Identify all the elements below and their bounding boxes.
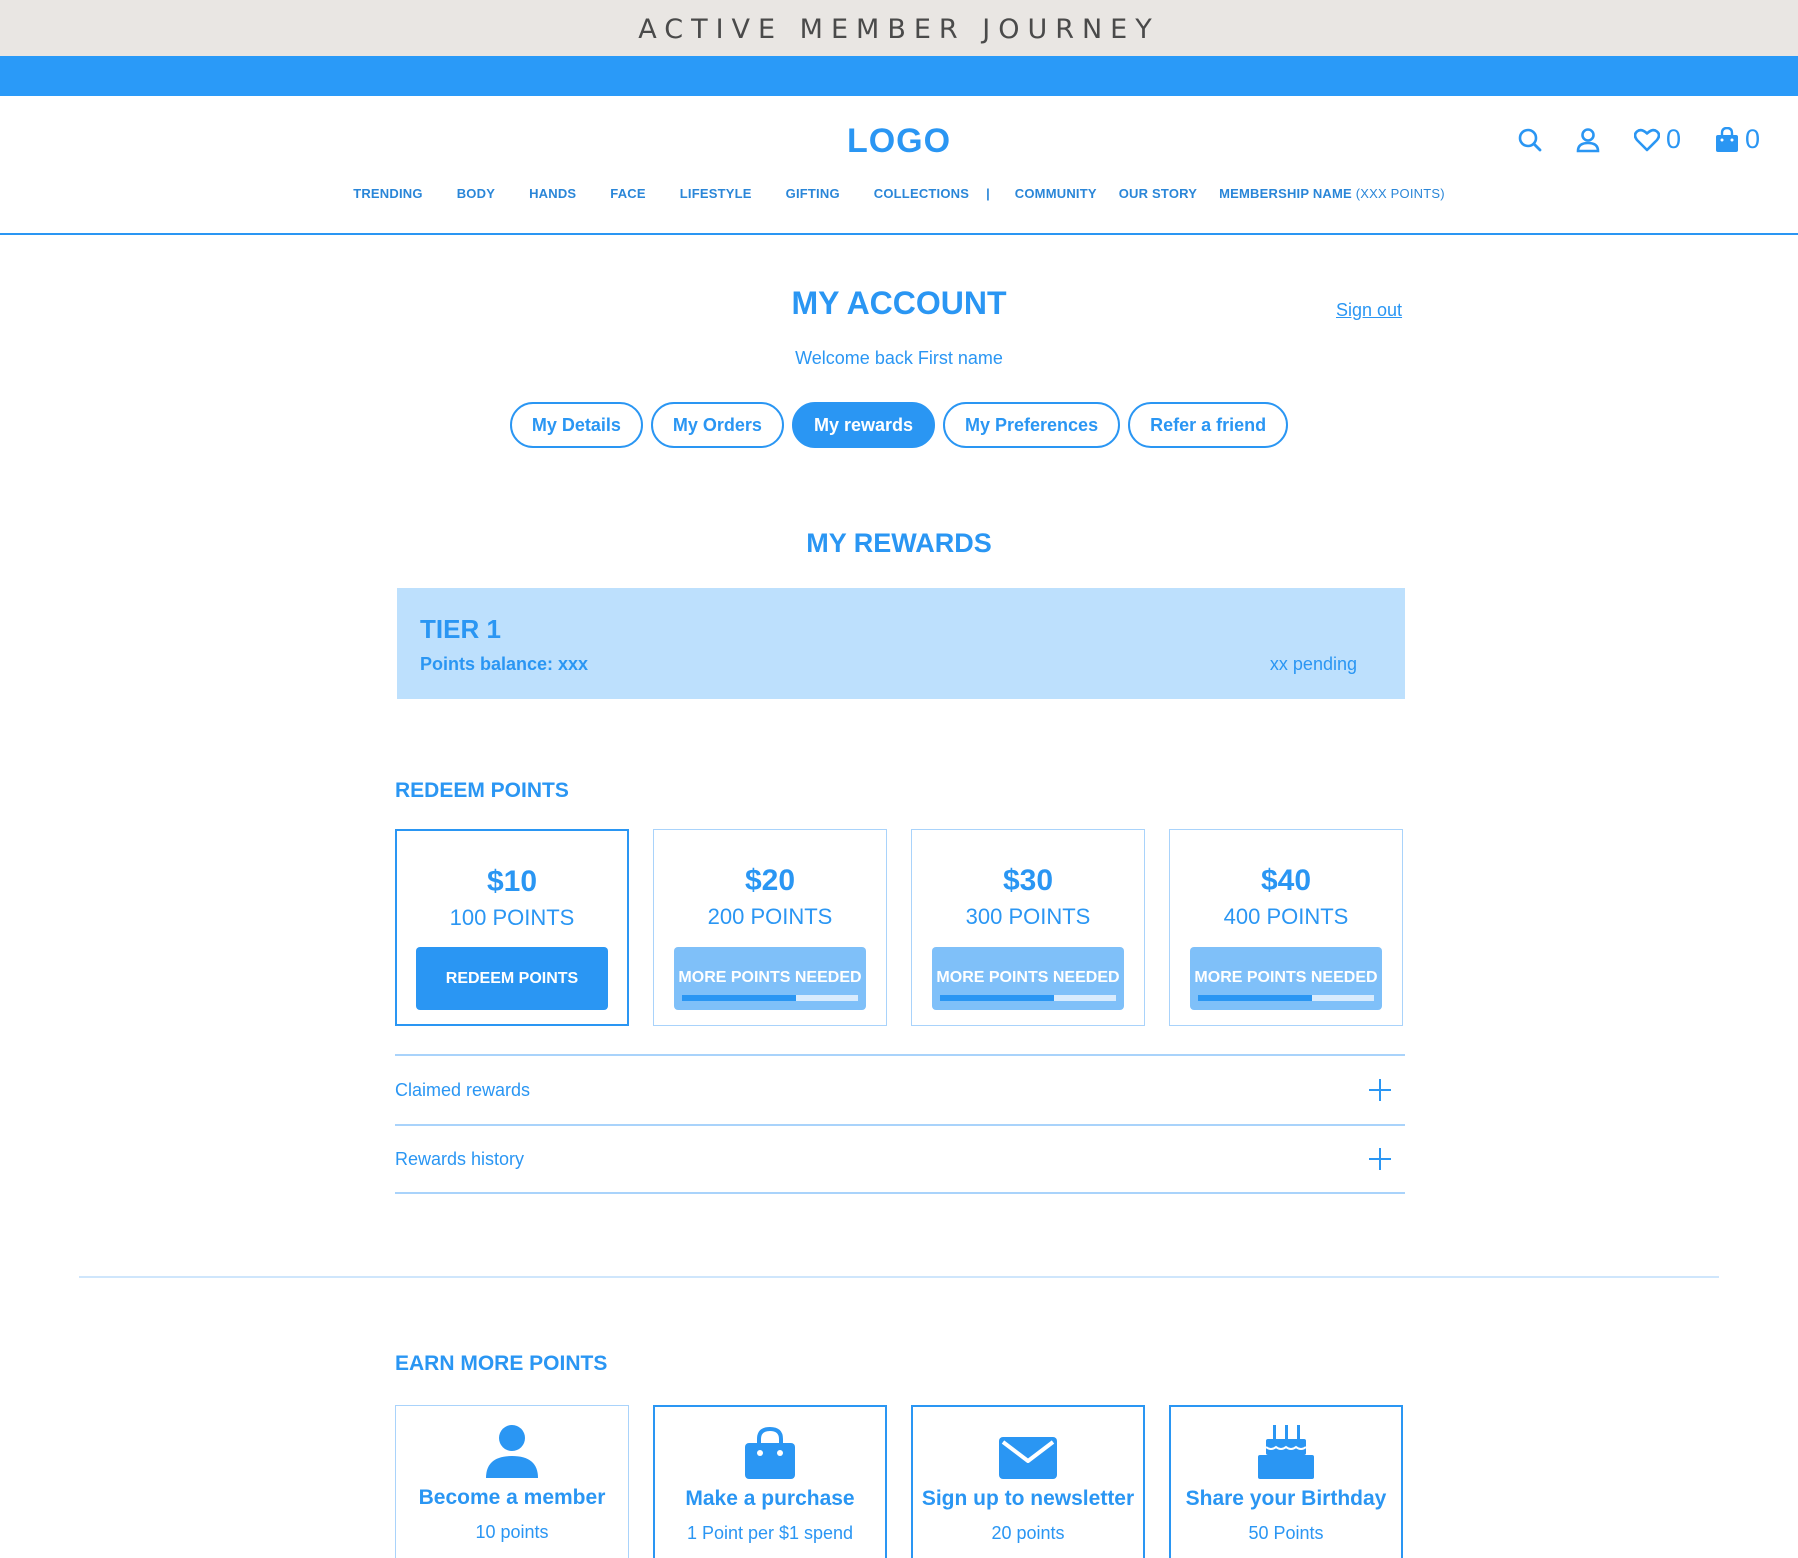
reward-points: 300 POINTS xyxy=(965,904,1091,929)
search-button[interactable] xyxy=(1518,127,1542,153)
earn-card-title: Share your Birthday xyxy=(1185,1487,1387,1510)
more-points-needed-button[interactable]: MORE POINTS NEEDED xyxy=(1190,947,1382,1010)
points-progress-fill xyxy=(1198,995,1313,1001)
more-points-needed-label: MORE POINTS NEEDED xyxy=(936,969,1120,986)
sign-out-link[interactable]: Sign out xyxy=(1336,300,1402,321)
membership-points: (XXX POINTS) xyxy=(1355,186,1445,201)
earn-card-title: Sign up to newsletter xyxy=(921,1487,1135,1510)
points-progress-bar xyxy=(682,995,858,1001)
journey-title: ACTIVE MEMBER JOURNEY xyxy=(638,14,1160,45)
plus-icon[interactable] xyxy=(1369,1148,1391,1170)
nav-item-collections[interactable]: COLLECTIONS xyxy=(874,186,969,201)
account-button[interactable] xyxy=(1576,127,1600,153)
reward-value: $30 xyxy=(1002,864,1054,897)
tier-name: TIER 1 xyxy=(420,614,501,644)
redeem-card[interactable]: $40 400 POINTS MORE POINTS NEEDED xyxy=(1169,829,1403,1026)
reward-points: 100 POINTS xyxy=(449,905,575,930)
earn-card-make-purchase[interactable]: Make a purchase 1 Point per $1 spend xyxy=(653,1405,887,1558)
user-icon xyxy=(1576,127,1600,152)
welcome-message: Welcome back First name xyxy=(795,348,1003,368)
more-points-needed-label: MORE POINTS NEEDED xyxy=(1194,969,1378,986)
tab-my-preferences[interactable]: My Preferences xyxy=(943,402,1121,448)
main-nav: TRENDING BODY HANDS FACE LIFESTYLE GIFTI… xyxy=(0,186,1798,201)
redeem-card[interactable]: $20 200 POINTS MORE POINTS NEEDED xyxy=(653,829,887,1026)
envelope-icon xyxy=(913,1407,1143,1479)
person-icon xyxy=(396,1406,628,1478)
nav-item-trending[interactable]: TRENDING xyxy=(353,186,423,201)
nav-item-body[interactable]: BODY xyxy=(457,186,495,201)
tab-my-rewards[interactable]: My rewards xyxy=(791,402,935,448)
section-divider xyxy=(79,1276,1719,1278)
claimed-rewards-accordion[interactable]: Claimed rewards xyxy=(395,1054,1405,1124)
reward-value: $40 xyxy=(1260,864,1312,897)
membership-name: MEMBERSHIP NAME xyxy=(1219,186,1352,201)
shopping-bag-icon xyxy=(1715,126,1738,152)
more-points-needed-label: MORE POINTS NEEDED xyxy=(678,969,862,986)
birthday-cake-icon xyxy=(1171,1407,1401,1479)
tab-my-orders[interactable]: My Orders xyxy=(650,402,784,448)
search-icon xyxy=(1518,128,1542,151)
more-points-needed-button[interactable]: MORE POINTS NEEDED xyxy=(674,947,866,1010)
nav-item-gifting[interactable]: GIFTING xyxy=(786,186,840,201)
points-progress-bar xyxy=(940,995,1116,1001)
nav-item-our-story[interactable]: OUR STORY xyxy=(1119,186,1197,201)
points-progress-bar xyxy=(1198,995,1374,1001)
nav-item-membership[interactable]: MEMBERSHIP NAME (XXX POINTS) xyxy=(1219,186,1445,201)
nav-item-community[interactable]: COMMUNITY xyxy=(1015,186,1097,201)
tab-refer-a-friend[interactable]: Refer a friend xyxy=(1128,402,1289,448)
site-header: LOGO 0 0 TRENDING BODY HANDS FACE LIFEST… xyxy=(0,96,1798,235)
earn-card-become-member[interactable]: Become a member 10 points xyxy=(395,1405,629,1558)
points-progress-fill xyxy=(682,995,797,1001)
more-points-needed-button[interactable]: MORE POINTS NEEDED xyxy=(932,947,1124,1010)
pending-points: xx pending xyxy=(1269,654,1357,674)
shopping-bag-icon xyxy=(655,1407,885,1479)
heart-icon xyxy=(1633,128,1660,151)
rewards-history-accordion[interactable]: Rewards history xyxy=(395,1124,1405,1194)
earn-card-points: 50 Points xyxy=(1248,1523,1324,1543)
points-progress-fill xyxy=(940,995,1055,1001)
header-icons: 0 0 xyxy=(1518,124,1760,155)
cart-count: 0 xyxy=(1744,124,1760,154)
tier-summary: TIER 1 Points balance: xxx xx pending xyxy=(397,588,1405,699)
nav-item-face[interactable]: FACE xyxy=(610,186,645,201)
earn-card-points: 20 points xyxy=(991,1523,1065,1543)
redeem-cards: $10 100 POINTS REDEEM POINTS $20 200 POI… xyxy=(395,829,1403,1026)
nav-item-lifestyle[interactable]: LIFESTYLE xyxy=(680,186,752,201)
top-color-band xyxy=(0,56,1798,96)
earn-card-title: Make a purchase xyxy=(685,1487,855,1510)
account-tabs: My Details My Orders My rewards My Prefe… xyxy=(0,402,1798,448)
points-balance: Points balance: xxx xyxy=(420,654,589,674)
wishlist-count: 0 xyxy=(1665,124,1681,154)
plus-icon[interactable] xyxy=(1369,1079,1391,1101)
earn-cards: Become a member 10 points Make a purchas… xyxy=(395,1405,1403,1558)
reward-value: $20 xyxy=(744,864,796,897)
redeem-card[interactable]: $10 100 POINTS REDEEM POINTS xyxy=(395,829,629,1026)
accordion-label: Rewards history xyxy=(395,1148,525,1169)
earn-points-title: EARN MORE POINTS xyxy=(395,1352,608,1375)
earn-card-newsletter[interactable]: Sign up to newsletter 20 points xyxy=(911,1405,1145,1558)
earn-card-title: Become a member xyxy=(418,1486,606,1509)
earn-card-points: 10 points xyxy=(475,1522,549,1542)
redeem-card[interactable]: $30 300 POINTS MORE POINTS NEEDED xyxy=(911,829,1145,1026)
nav-separator: | xyxy=(986,186,990,201)
wishlist-button[interactable]: 0 xyxy=(1633,124,1681,155)
rewards-title: MY REWARDS xyxy=(806,528,992,558)
cart-button[interactable]: 0 xyxy=(1715,124,1760,155)
nav-item-hands[interactable]: HANDS xyxy=(529,186,576,201)
reward-points: 200 POINTS xyxy=(707,904,833,929)
page-title: MY ACCOUNT xyxy=(791,285,1007,321)
tab-my-details[interactable]: My Details xyxy=(509,402,643,448)
earn-card-points: 1 Point per $1 spend xyxy=(686,1523,854,1543)
reward-points: 400 POINTS xyxy=(1223,904,1349,929)
reward-value: $10 xyxy=(486,865,538,898)
journey-banner: ACTIVE MEMBER JOURNEY xyxy=(0,0,1798,56)
earn-card-birthday[interactable]: Share your Birthday 50 Points xyxy=(1169,1405,1403,1558)
accordion-label: Claimed rewards xyxy=(395,1079,531,1100)
redeem-points-title: REDEEM POINTS xyxy=(395,779,569,802)
redeem-points-button[interactable]: REDEEM POINTS xyxy=(416,947,608,1010)
